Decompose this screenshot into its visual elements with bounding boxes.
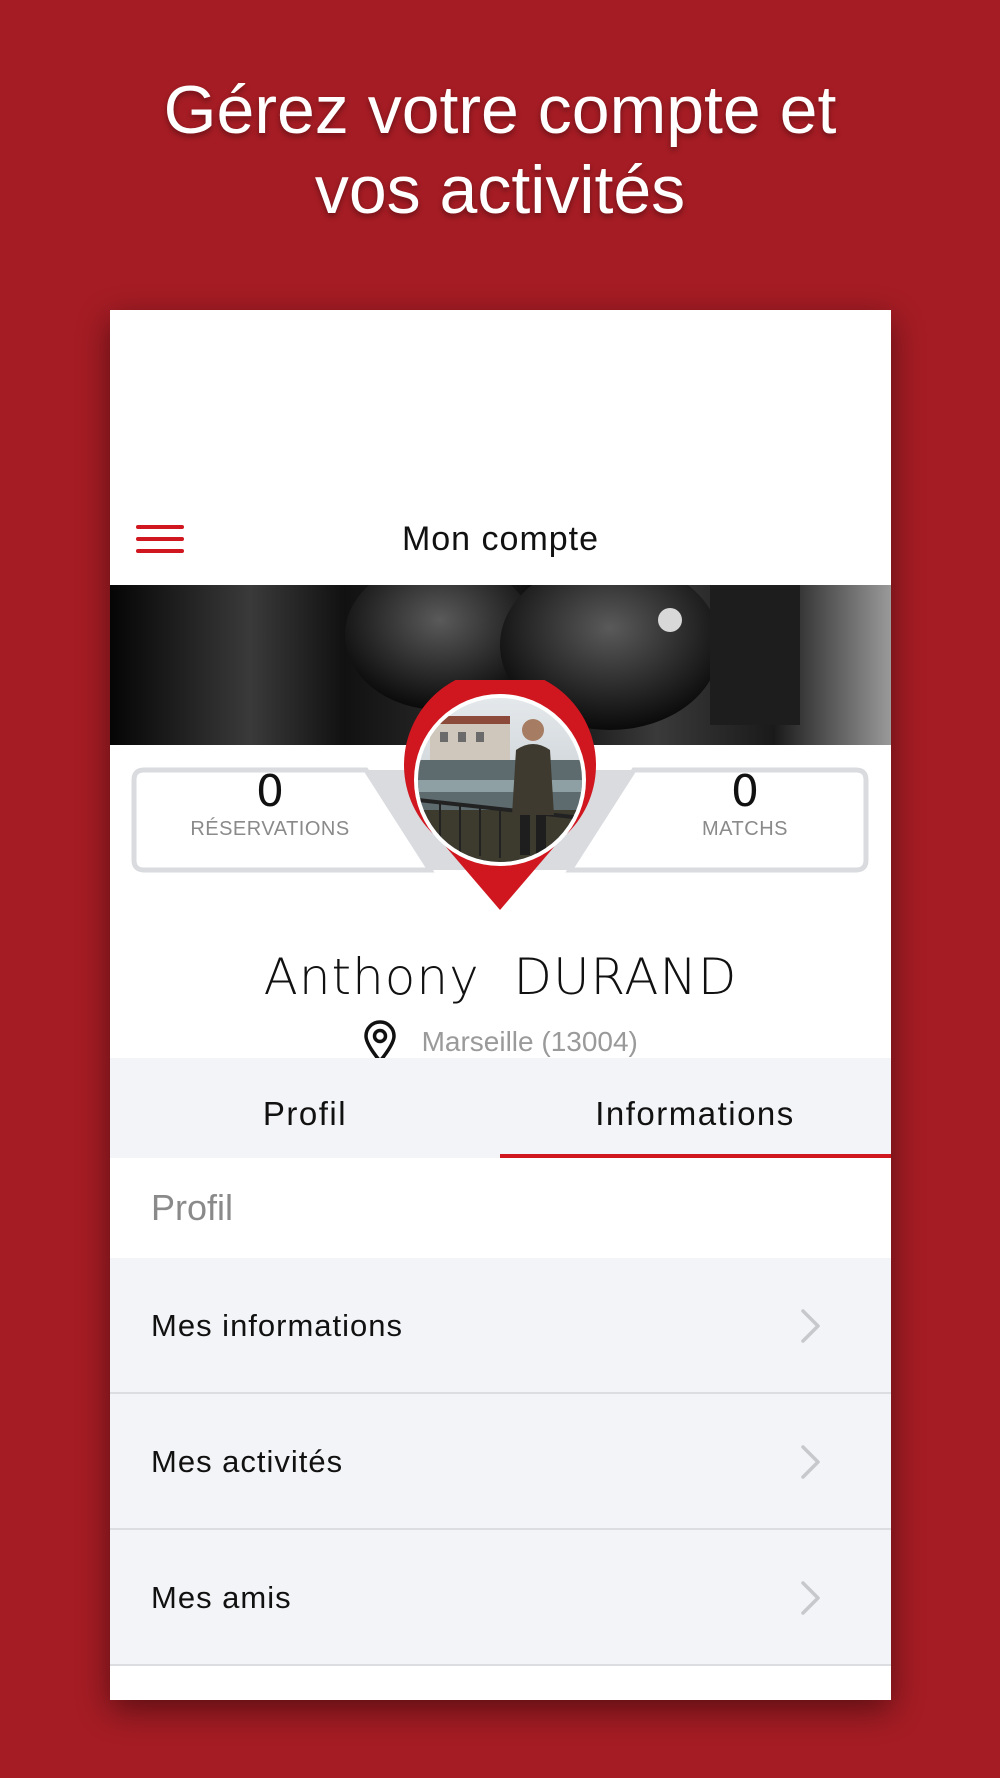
promo-headline-line-1: Gérez votre compte et	[163, 72, 837, 148]
app-header: Mon compte	[110, 310, 891, 585]
app-screen: Mon compte 0 RÉSERVATIONS 0 MATCHS Antho…	[110, 310, 891, 1700]
avatar[interactable]	[400, 680, 600, 920]
tab-informations[interactable]: Informations	[500, 1058, 890, 1158]
chevron-right-icon	[801, 1309, 820, 1343]
matchs-stat: 0 MATCHS	[625, 766, 865, 841]
list-item-label: Mes informations	[151, 1308, 404, 1343]
tab-profil[interactable]: Profil	[110, 1058, 500, 1158]
chevron-right-icon	[801, 1581, 820, 1615]
list-item-mes-informations[interactable]: Mes informations	[110, 1258, 891, 1394]
matchs-count: 0	[731, 766, 759, 817]
location-text: Marseille (13004)	[421, 1026, 638, 1057]
reservations-label: RÉSERVATIONS	[190, 818, 350, 840]
page-title: Mon compte	[401, 520, 600, 558]
section-heading: Profil	[110, 1158, 891, 1258]
list-item-label: Mes activités	[151, 1444, 344, 1479]
matchs-label: MATCHS	[702, 818, 788, 840]
promo-headline: Gérez votre compte et vos activités	[0, 70, 1000, 230]
chevron-right-icon	[801, 1445, 820, 1479]
account-menu-list: Mes informations Mes activités Mes amis	[110, 1258, 891, 1666]
list-item-mes-activites[interactable]: Mes activités	[110, 1394, 891, 1530]
promo-headline-line-2: vos activités	[314, 152, 686, 228]
user-name: Anthony DURAND	[263, 948, 738, 1006]
list-item-mes-amis[interactable]: Mes amis	[110, 1530, 891, 1666]
reservations-stat: 0 RÉSERVATIONS	[150, 766, 390, 841]
reservations-count: 0	[256, 766, 284, 817]
tab-bar: Profil Informations	[110, 1058, 891, 1158]
list-item-label: Mes amis	[151, 1580, 292, 1615]
